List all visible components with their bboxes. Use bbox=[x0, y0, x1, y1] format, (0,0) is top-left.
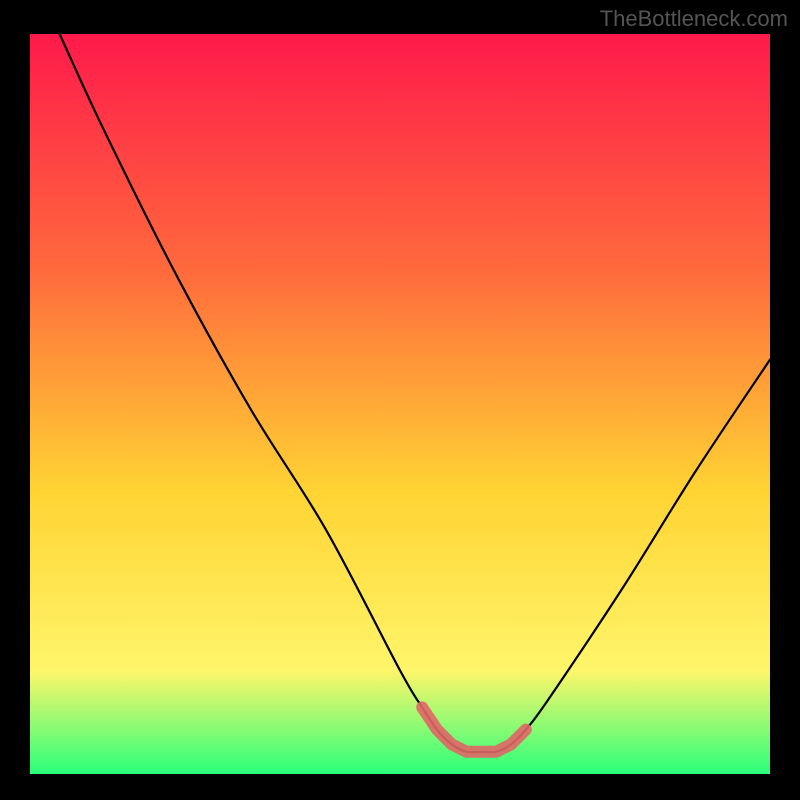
chart-svg bbox=[30, 34, 770, 774]
gradient-background bbox=[30, 34, 770, 774]
watermark-text: TheBottleneck.com bbox=[600, 6, 788, 32]
bottleneck-chart bbox=[30, 34, 770, 774]
chart-frame: TheBottleneck.com bbox=[0, 0, 800, 800]
